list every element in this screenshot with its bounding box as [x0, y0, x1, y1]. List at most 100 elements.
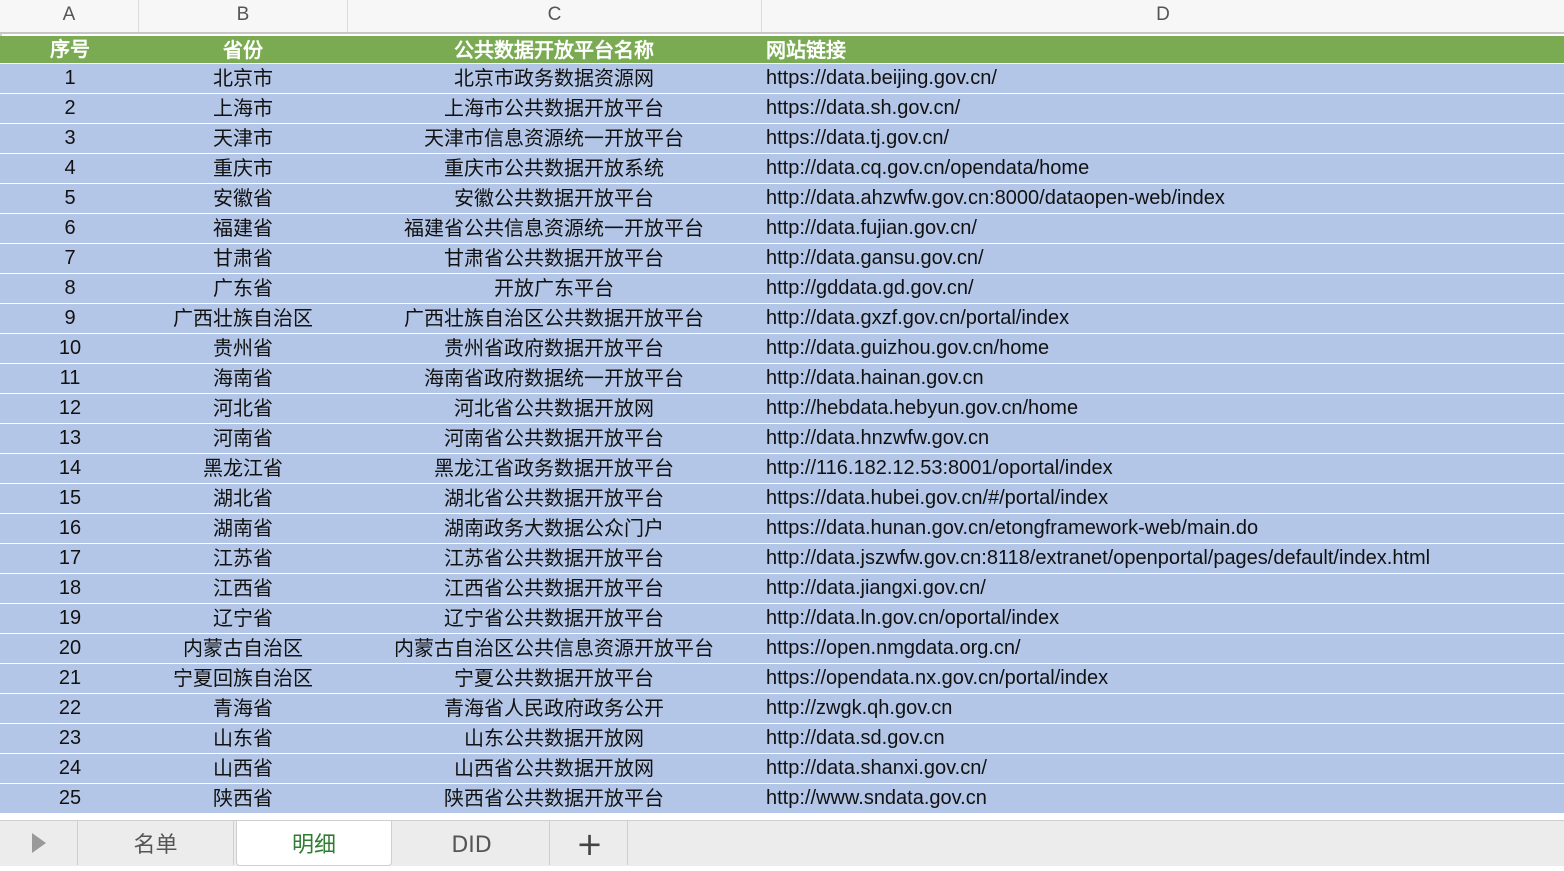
header-cell-province[interactable]: 省份 — [139, 36, 347, 63]
cell-url[interactable]: http://www.sndata.gov.cn — [766, 784, 1564, 813]
cell-province[interactable]: 山西省 — [139, 754, 347, 783]
cell-index[interactable]: 2 — [2, 94, 138, 123]
cell-province[interactable]: 安徽省 — [139, 184, 347, 213]
cell-platform[interactable]: 江西省公共数据开放平台 — [348, 574, 760, 603]
cell-index[interactable]: 8 — [2, 274, 138, 303]
header-cell-index[interactable]: 序号 — [2, 36, 138, 63]
cell-index[interactable]: 6 — [2, 214, 138, 243]
cell-index[interactable]: 18 — [2, 574, 138, 603]
cell-url[interactable]: https://open.nmgdata.org.cn/ — [766, 634, 1564, 663]
cell-url[interactable]: http://data.sd.gov.cn — [766, 724, 1564, 753]
cell-index[interactable]: 17 — [2, 544, 138, 573]
cell-url[interactable]: https://opendata.nx.gov.cn/portal/index — [766, 664, 1564, 693]
cell-province[interactable]: 天津市 — [139, 124, 347, 153]
cell-url[interactable]: https://data.sh.gov.cn/ — [766, 94, 1564, 123]
cell-index[interactable]: 4 — [2, 154, 138, 183]
cell-province[interactable]: 江苏省 — [139, 544, 347, 573]
cell-province[interactable]: 山东省 — [139, 724, 347, 753]
cell-index[interactable]: 12 — [2, 394, 138, 423]
cell-index[interactable]: 7 — [2, 244, 138, 273]
cell-platform[interactable]: 上海市公共数据开放平台 — [348, 94, 760, 123]
cell-index[interactable]: 22 — [2, 694, 138, 723]
spreadsheet-grid[interactable]: A B C D 序号 省份 公共数据开放平台名称 网站链接 1 北京市 北京市政务数… — [0, 0, 1564, 820]
cell-url[interactable]: http://data.guizhou.gov.cn/home — [766, 334, 1564, 363]
cell-index[interactable]: 10 — [2, 334, 138, 363]
cell-url[interactable]: http://hebdata.hebyun.gov.cn/home — [766, 394, 1564, 423]
cell-url[interactable]: https://data.hunan.gov.cn/etongframework… — [766, 514, 1564, 543]
cell-index[interactable]: 15 — [2, 484, 138, 513]
cell-index[interactable]: 11 — [2, 364, 138, 393]
cell-province[interactable]: 海南省 — [139, 364, 347, 393]
cell-province[interactable]: 广东省 — [139, 274, 347, 303]
header-cell-url[interactable]: 网站链接 — [766, 36, 1564, 63]
cell-platform[interactable]: 山东公共数据开放网 — [348, 724, 760, 753]
cell-url[interactable]: http://data.hainan.gov.cn — [766, 364, 1564, 393]
cell-province[interactable]: 宁夏回族自治区 — [139, 664, 347, 693]
cell-url[interactable]: http://data.ahzwfw.gov.cn:8000/dataopen-… — [766, 184, 1564, 213]
cell-platform[interactable]: 安徽公共数据开放平台 — [348, 184, 760, 213]
cell-platform[interactable]: 广西壮族自治区公共数据开放平台 — [348, 304, 760, 333]
cell-platform[interactable]: 湖北省公共数据开放平台 — [348, 484, 760, 513]
cell-url[interactable]: https://data.tj.gov.cn/ — [766, 124, 1564, 153]
cell-index[interactable]: 3 — [2, 124, 138, 153]
cell-province[interactable]: 黑龙江省 — [139, 454, 347, 483]
sheet-tab-mingdan[interactable]: 名单 — [78, 821, 234, 865]
cell-province[interactable]: 广西壮族自治区 — [139, 304, 347, 333]
cell-index[interactable]: 9 — [2, 304, 138, 333]
cell-index[interactable]: 13 — [2, 424, 138, 453]
cell-province[interactable]: 河北省 — [139, 394, 347, 423]
cell-province[interactable]: 上海市 — [139, 94, 347, 123]
cell-province[interactable]: 内蒙古自治区 — [139, 634, 347, 663]
column-header-d[interactable]: D — [762, 0, 1564, 32]
cell-province[interactable]: 辽宁省 — [139, 604, 347, 633]
cell-url[interactable]: http://data.gansu.gov.cn/ — [766, 244, 1564, 273]
add-sheet-button[interactable]: + — [552, 821, 628, 865]
cell-platform[interactable]: 黑龙江省政务数据开放平台 — [348, 454, 760, 483]
cell-index[interactable]: 5 — [2, 184, 138, 213]
cell-url[interactable]: http://data.gxzf.gov.cn/portal/index — [766, 304, 1564, 333]
cell-province[interactable]: 江西省 — [139, 574, 347, 603]
cell-platform[interactable]: 河南省公共数据开放平台 — [348, 424, 760, 453]
cell-platform[interactable]: 河北省公共数据开放网 — [348, 394, 760, 423]
cell-province[interactable]: 北京市 — [139, 64, 347, 93]
cell-platform[interactable]: 天津市信息资源统一开放平台 — [348, 124, 760, 153]
cell-url[interactable]: http://data.cq.gov.cn/opendata/home — [766, 154, 1564, 183]
cell-province[interactable]: 湖北省 — [139, 484, 347, 513]
cell-province[interactable]: 甘肃省 — [139, 244, 347, 273]
cell-platform[interactable]: 内蒙古自治区公共信息资源开放平台 — [348, 634, 760, 663]
cell-platform[interactable]: 贵州省政府数据开放平台 — [348, 334, 760, 363]
cell-province[interactable]: 青海省 — [139, 694, 347, 723]
cell-platform[interactable]: 宁夏公共数据开放平台 — [348, 664, 760, 693]
column-header-c[interactable]: C — [348, 0, 762, 32]
cell-platform[interactable]: 北京市政务数据资源网 — [348, 64, 760, 93]
cell-url[interactable]: http://data.ln.gov.cn/oportal/index — [766, 604, 1564, 633]
cell-province[interactable]: 陕西省 — [139, 784, 347, 813]
cell-province[interactable]: 湖南省 — [139, 514, 347, 543]
cell-platform[interactable]: 海南省政府数据统一开放平台 — [348, 364, 760, 393]
cell-index[interactable]: 23 — [2, 724, 138, 753]
cell-province[interactable]: 贵州省 — [139, 334, 347, 363]
sheet-nav-button[interactable] — [0, 821, 78, 865]
cell-platform[interactable]: 陕西省公共数据开放平台 — [348, 784, 760, 813]
cell-index[interactable]: 24 — [2, 754, 138, 783]
cell-url[interactable]: https://data.beijing.gov.cn/ — [766, 64, 1564, 93]
cell-url[interactable]: http://zwgk.qh.gov.cn — [766, 694, 1564, 723]
cell-url[interactable]: http://data.hnzwfw.gov.cn — [766, 424, 1564, 453]
cell-platform[interactable]: 开放广东平台 — [348, 274, 760, 303]
cell-url[interactable]: http://data.shanxi.gov.cn/ — [766, 754, 1564, 783]
cell-province[interactable]: 重庆市 — [139, 154, 347, 183]
cell-platform[interactable]: 福建省公共信息资源统一开放平台 — [348, 214, 760, 243]
cell-url[interactable]: http://data.jiangxi.gov.cn/ — [766, 574, 1564, 603]
cell-index[interactable]: 1 — [2, 64, 138, 93]
cell-url[interactable]: http://data.jszwfw.gov.cn:8118/extranet/… — [766, 544, 1564, 573]
cell-url[interactable]: http://gddata.gd.gov.cn/ — [766, 274, 1564, 303]
column-header-b[interactable]: B — [139, 0, 348, 32]
sheet-tab-mingxi[interactable]: 明细 — [236, 821, 392, 866]
cell-platform[interactable]: 重庆市公共数据开放系统 — [348, 154, 760, 183]
cell-index[interactable]: 25 — [2, 784, 138, 813]
header-cell-platform[interactable]: 公共数据开放平台名称 — [348, 36, 760, 63]
cell-platform[interactable]: 甘肃省公共数据开放平台 — [348, 244, 760, 273]
cell-url[interactable]: http://116.182.12.53:8001/oportal/index — [766, 454, 1564, 483]
cell-index[interactable]: 16 — [2, 514, 138, 543]
cell-platform[interactable]: 辽宁省公共数据开放平台 — [348, 604, 760, 633]
